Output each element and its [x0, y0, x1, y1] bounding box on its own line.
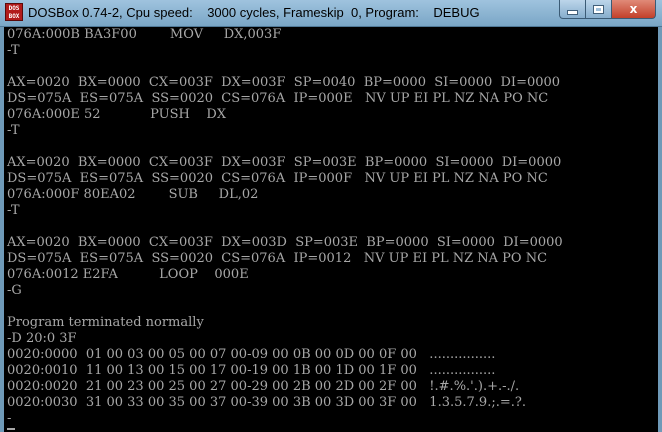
minimize-button[interactable]	[559, 0, 586, 19]
dosbox-window: DOS BOX DOSBox 0.74-2, Cpu speed: 3000 c…	[0, 0, 662, 432]
console-line: AX=0020 BX=0000 CX=003F DX=003F SP=003E …	[7, 155, 562, 170]
text-cursor	[7, 428, 15, 430]
console-line: 0020:0030 31 00 33 00 35 00 37 00-39 00 …	[7, 395, 526, 410]
title-bar[interactable]: DOS BOX DOSBox 0.74-2, Cpu speed: 3000 c…	[0, 0, 662, 27]
console-line: -T	[7, 203, 20, 218]
console-line: Program terminated normally	[7, 315, 204, 330]
window-title: DOSBox 0.74-2, Cpu speed: 3000 cycles, F…	[28, 5, 480, 20]
console-line: DS=075A ES=075A SS=0020 CS=076A IP=0012 …	[7, 251, 548, 266]
console-line: 076A:000F 80EA02 SUB DL,02	[7, 187, 259, 202]
console-line: 0020:0000 01 00 03 00 05 00 07 00-09 00 …	[7, 347, 496, 362]
minimize-icon	[567, 10, 578, 15]
maximize-icon	[593, 4, 604, 14]
close-button[interactable]: x	[612, 0, 656, 19]
close-icon: x	[629, 2, 638, 16]
console-line: -T	[7, 123, 20, 138]
console-line: 076A:0012 E2FA LOOP 000E	[7, 267, 249, 282]
console-line: 076A:000B BA3F00 MOV DX,003F	[7, 27, 282, 42]
maximize-button[interactable]	[586, 0, 612, 19]
console-line: -G	[7, 283, 22, 298]
console-line: 0020:0010 11 00 13 00 15 00 17 00-19 00 …	[7, 363, 496, 378]
console-line: DS=075A ES=075A SS=0020 CS=076A IP=000E …	[7, 91, 549, 106]
dos-console[interactable]: 076A:000B BA3F00 MOV DX,003F -T AX=0020 BX…	[4, 27, 658, 432]
dosbox-app-icon[interactable]: DOS BOX	[5, 3, 23, 21]
console-line: 0020:0020 21 00 23 00 25 00 27 00-29 00 …	[7, 379, 520, 394]
console-line: DS=075A ES=075A SS=0020 CS=076A IP=000F …	[7, 171, 548, 186]
console-line: -T	[7, 43, 20, 58]
console-line: -D 20:0 3F	[7, 331, 77, 346]
console-output: 076A:000B BA3F00 MOV DX,003F -T AX=0020 BX…	[7, 27, 563, 427]
console-line: -	[7, 411, 12, 426]
console-line: AX=0020 BX=0000 CX=003F DX=003F SP=0040 …	[7, 75, 561, 90]
console-line: 076A:000E 52 PUSH DX	[7, 107, 227, 122]
console-line: AX=0020 BX=0000 CX=003F DX=003D SP=003E …	[7, 235, 563, 250]
window-controls: x	[559, 0, 656, 20]
